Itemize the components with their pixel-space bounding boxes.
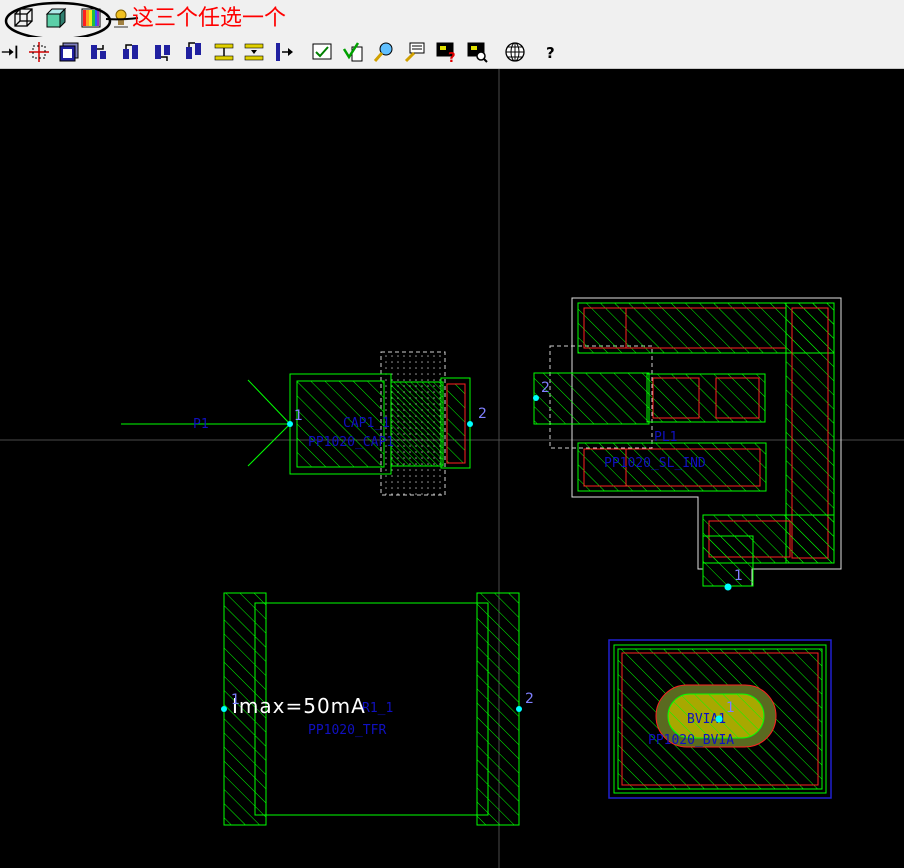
align-center-alt-button[interactable] <box>242 40 266 64</box>
layout-tool-c-icon <box>155 45 170 61</box>
view-toolbar: 这三个任选一个 <box>0 0 904 41</box>
align-center-alt-icon <box>244 43 264 61</box>
inductor-name: PL1 <box>654 430 677 445</box>
inductor-pl1[interactable]: PL1 PP1020_SL_IND 2 1 <box>533 297 842 591</box>
via-bvia1[interactable]: BVIA1 PP1020_BVIA 1 <box>608 639 832 799</box>
cross-grid-icon <box>29 42 49 62</box>
align-center-button[interactable] <box>212 40 236 64</box>
pin-arrow-icon <box>1 45 18 59</box>
capacitor-model: PP1020_CAP1 <box>308 435 394 450</box>
stack-view-icon <box>59 42 79 62</box>
via-model: PP1020_BVIA <box>648 733 734 748</box>
highlight-button[interactable] <box>403 40 427 64</box>
capacitor-pin1-node[interactable] <box>287 421 293 427</box>
layout-tool-a-button[interactable] <box>87 40 111 64</box>
resistor-imax-label: Imax=50mA <box>232 694 366 718</box>
layout-tool-b-icon <box>123 44 138 59</box>
resistor-pin2-label: 2 <box>525 691 534 707</box>
via-pin1-node[interactable] <box>715 715 723 723</box>
help-button[interactable]: ? <box>538 40 562 64</box>
capacitor-pin2-label: 2 <box>478 406 487 422</box>
inductor-pin2-node[interactable] <box>533 395 539 401</box>
check-verify-icon <box>342 42 363 62</box>
zoom-board-button[interactable] <box>465 40 489 64</box>
layout-tool-d-icon <box>186 42 201 59</box>
via-pin1-label: 1 <box>726 700 735 716</box>
resistor-model: PP1020_TFR <box>308 723 386 738</box>
highlight-icon <box>404 42 425 63</box>
svg-text:?: ? <box>448 51 456 63</box>
layout-tool-a-icon <box>91 45 106 59</box>
edit-check-button[interactable] <box>310 40 334 64</box>
magnify-search-icon <box>373 42 393 62</box>
capacitor-cap1[interactable]: CAP1_1 PP1020_CAP1 1 2 <box>287 351 487 496</box>
resistor-r1[interactable]: R1_1 PP1020_TFR Imax=50mA 1 2 <box>221 592 534 826</box>
capacitor-name: CAP1_1 <box>343 416 390 431</box>
port-p1[interactable]: P1 <box>121 379 291 467</box>
layout-tool-c-button[interactable] <box>151 40 175 64</box>
resistor-pin1-node[interactable] <box>221 706 227 712</box>
question-board-button[interactable]: ? <box>434 40 458 64</box>
check-verify-button[interactable] <box>341 40 365 64</box>
pin-arrow-button[interactable] <box>0 40 20 64</box>
capacitor-pin2-node[interactable] <box>467 421 473 427</box>
question-board-icon: ? <box>436 42 456 63</box>
align-center-icon <box>214 43 234 61</box>
insert-arrow-icon <box>276 43 293 61</box>
layout-canvas[interactable]: P1 CAP1_1 PP1020_CAP1 1 2 PL1 PP1020_SL_… <box>0 69 904 868</box>
resistor-name: R1_1 <box>362 701 393 716</box>
edit-toolbar: ? ? <box>0 37 904 100</box>
layout-drawing[interactable]: P1 CAP1_1 PP1020_CAP1 1 2 PL1 PP1020_SL_… <box>0 69 904 868</box>
resistor-pin1-label: 1 <box>231 692 240 708</box>
port-label: P1 <box>193 417 209 432</box>
inductor-pin2-label: 2 <box>541 380 550 396</box>
globe-grid-icon <box>505 42 525 62</box>
inductor-model: PP1020_SL_IND <box>604 456 706 471</box>
zoom-board-icon <box>467 42 488 63</box>
insert-arrow-button[interactable] <box>272 40 296 64</box>
help-glyph: ? <box>546 44 555 62</box>
inductor-pin1-node[interactable] <box>724 583 732 591</box>
capacitor-pin1-label: 1 <box>294 408 303 424</box>
help-icon: ? <box>546 44 555 62</box>
stack-view-button[interactable] <box>57 40 81 64</box>
magnify-search-button[interactable] <box>372 40 396 64</box>
edit-check-icon <box>312 43 332 60</box>
inductor-pin1-label: 1 <box>734 568 743 584</box>
annotation-text: 这三个任选一个 <box>132 6 287 31</box>
layout-tool-d-button[interactable] <box>182 40 206 64</box>
layout-tool-b-button[interactable] <box>119 40 143 64</box>
resistor-pin2-node[interactable] <box>516 706 522 712</box>
cross-grid-button[interactable] <box>27 40 51 64</box>
globe-grid-button[interactable] <box>503 40 527 64</box>
